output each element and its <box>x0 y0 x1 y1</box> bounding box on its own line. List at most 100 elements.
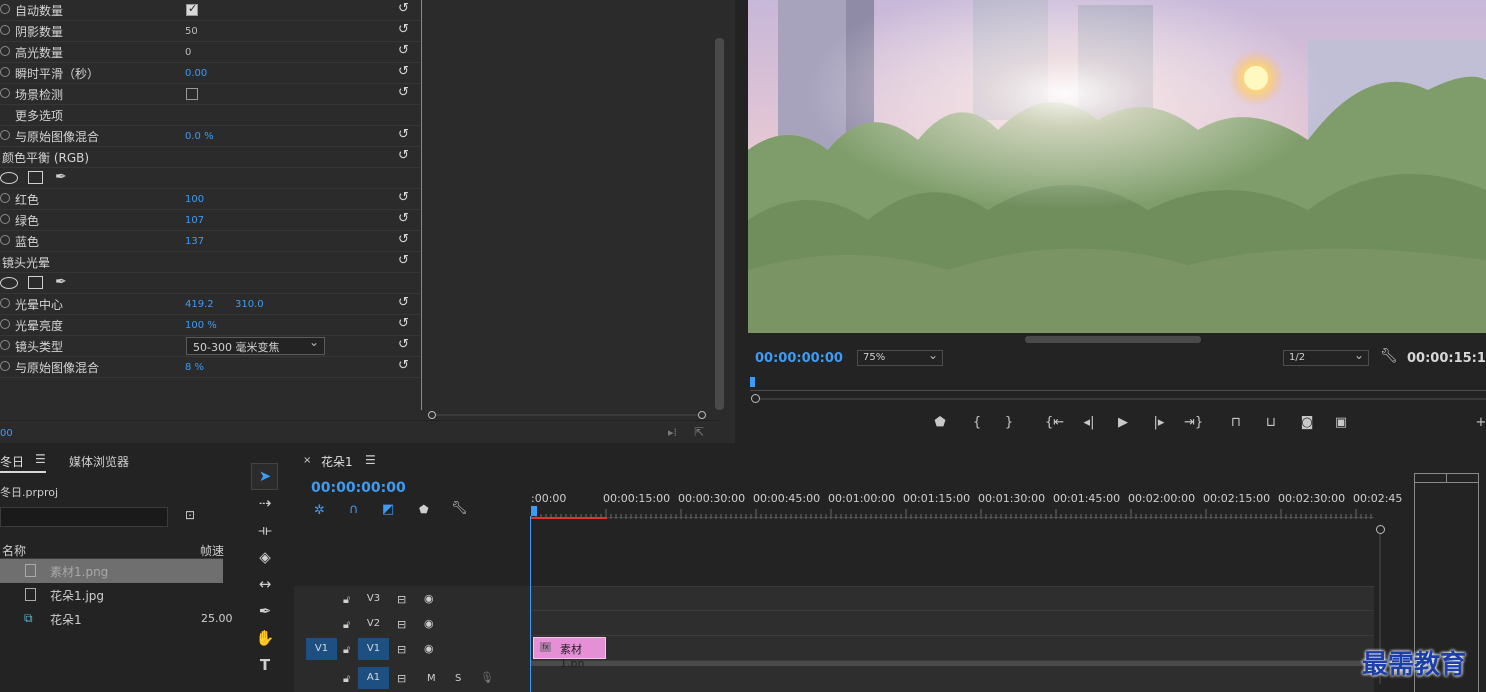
property-value[interactable]: 137 <box>185 236 204 247</box>
track-lane-v2[interactable] <box>531 611 1374 636</box>
step-back-icon[interactable]: ◂| <box>1080 414 1098 432</box>
tab-menu-icon[interactable]: ☰ <box>35 452 46 466</box>
lock-icon[interactable]: 🔓︎ <box>343 618 350 632</box>
effect-property-row[interactable]: 与原始图像混合 0.0 % ↺ <box>0 126 420 147</box>
reset-icon[interactable]: ↺ <box>398 23 412 37</box>
lens-type-dropdown[interactable]: 50-300 毫米变焦 <box>186 335 325 355</box>
reset-icon[interactable]: ↺ <box>398 65 412 79</box>
lock-icon[interactable]: 🔓︎ <box>343 593 350 607</box>
effect-property-row[interactable]: 高光数量 0 ↺ <box>0 42 420 63</box>
property-value[interactable]: 100 % <box>185 320 217 331</box>
property-value[interactable]: 0.00 <box>185 68 207 79</box>
tab-project[interactable]: 冬日 <box>0 453 24 470</box>
property-value[interactable]: 107 <box>185 215 204 226</box>
stopwatch-icon[interactable] <box>0 4 10 14</box>
pen-mask-icon[interactable]: ✒ <box>55 169 67 185</box>
add-marker-icon[interactable]: ◩ <box>382 502 394 517</box>
property-value[interactable]: 0.0 % <box>185 131 214 142</box>
property-value[interactable]: 8 % <box>185 362 204 373</box>
reset-icon[interactable]: ↺ <box>398 317 412 331</box>
stopwatch-icon[interactable] <box>0 235 10 245</box>
sync-lock-icon[interactable]: ⊟ <box>397 672 406 685</box>
step-forward-icon[interactable]: |▸ <box>1150 414 1168 432</box>
reset-icon[interactable]: ↺ <box>398 296 412 310</box>
play-icon[interactable]: ▶ <box>1114 414 1132 432</box>
ellipse-mask-icon[interactable] <box>0 277 18 289</box>
slip-tool-icon[interactable]: ↔ <box>253 573 277 595</box>
reset-icon[interactable]: ↺ <box>398 233 412 247</box>
property-checkbox[interactable] <box>186 2 198 16</box>
monitor-scrollbar[interactable] <box>1025 336 1201 343</box>
mask-tools-row[interactable]: ✒ <box>0 273 420 294</box>
hand-tool-icon[interactable]: ✋ <box>253 627 277 649</box>
reset-icon[interactable]: ↺ <box>398 338 412 352</box>
effect-property-row[interactable]: 与原始图像混合 8 % ↺ <box>0 357 420 378</box>
reset-icon[interactable]: ↺ <box>398 254 412 268</box>
go-to-out-icon[interactable]: ⇥} <box>1184 414 1203 432</box>
track-target-v1[interactable]: V1 <box>358 638 389 660</box>
reset-icon[interactable]: ↺ <box>398 212 412 226</box>
marker-icon[interactable]: ⬟ <box>931 414 949 432</box>
stopwatch-icon[interactable] <box>0 361 10 371</box>
effect-section-header[interactable]: 颜色平衡 (RGB) ↺ <box>0 147 420 168</box>
eye-icon[interactable]: ◉ <box>424 617 434 630</box>
add-button-icon[interactable]: + <box>1472 414 1486 432</box>
reset-icon[interactable]: ↺ <box>398 2 412 16</box>
project-item[interactable]: 花朵1.jpg <box>0 583 223 607</box>
resolution-select[interactable]: 1/2 <box>1283 348 1369 366</box>
mask-tools-row[interactable]: ✒ <box>0 168 420 189</box>
column-name[interactable]: 名称 <box>2 542 26 559</box>
stopwatch-icon[interactable] <box>0 319 10 329</box>
column-frame-rate[interactable]: 帧速 <box>200 542 224 559</box>
marker-icon[interactable]: ⬟ <box>419 503 429 516</box>
sync-lock-icon[interactable]: ⊟ <box>397 643 406 656</box>
wrench-icon[interactable]: 🔧︎ <box>1380 348 1398 364</box>
eye-icon[interactable]: ◉ <box>424 642 434 655</box>
zoom-select[interactable]: 75% <box>857 348 943 366</box>
pen-tool-icon[interactable]: ✒ <box>253 600 277 622</box>
track-lane-a1[interactable] <box>531 666 1374 692</box>
track-target-a1[interactable]: A1 <box>358 667 389 689</box>
track-lane-v1[interactable] <box>531 636 1374 661</box>
property-checkbox[interactable] <box>186 88 198 100</box>
stopwatch-icon[interactable] <box>0 298 10 308</box>
timeline-ruler[interactable] <box>530 508 1374 519</box>
go-to-in-icon[interactable]: {⇤ <box>1045 414 1064 432</box>
effect-property-row[interactable]: 场景检测 ↺ <box>0 84 420 105</box>
camera-icon[interactable]: ◙ <box>1298 414 1316 432</box>
ripple-edit-tool-icon[interactable]: ⟛ <box>253 519 277 541</box>
effect-property-row[interactable]: 蓝色 137 ↺ <box>0 231 420 252</box>
effect-property-row[interactable]: 光晕中心 419.2 310.0 ↺ <box>0 294 420 315</box>
property-value[interactable]: 50 <box>185 26 198 37</box>
rectangle-mask-icon[interactable] <box>28 171 43 184</box>
reset-icon[interactable]: ↺ <box>398 359 412 373</box>
effect-property-row[interactable]: 红色 100 ↺ <box>0 189 420 210</box>
lock-icon[interactable]: 🔓︎ <box>343 672 350 686</box>
linked-selection-icon[interactable]: ∩ <box>349 502 359 517</box>
effect-property-row[interactable]: 更多选项 <box>0 105 420 126</box>
effect-property-row[interactable]: 阴影数量 50 ↺ <box>0 21 420 42</box>
stopwatch-icon[interactable] <box>0 340 10 350</box>
snap-icon[interactable]: ✲ <box>314 503 325 518</box>
export-icon[interactable]: ⇱ <box>694 425 704 439</box>
sync-lock-icon[interactable]: ⊟ <box>397 618 406 631</box>
effect-property-row[interactable]: 瞬时平滑（秒） 0.00 ↺ <box>0 63 420 84</box>
track-lane-v3[interactable] <box>531 586 1374 611</box>
mute-button[interactable]: M <box>427 673 436 684</box>
property-value-y[interactable]: 310.0 <box>235 299 264 310</box>
monitor-ruler[interactable] <box>750 377 1486 405</box>
extract-icon[interactable]: ⊔ <box>1262 414 1280 432</box>
track-target-v2[interactable]: V2 <box>358 613 389 635</box>
reset-icon[interactable]: ↺ <box>398 86 412 100</box>
timeline-clip[interactable]: fx 素材1.pn <box>533 637 606 670</box>
mark-in-icon[interactable]: { <box>968 414 986 432</box>
effect-section-header[interactable]: 镜头光晕 ↺ <box>0 252 420 273</box>
timeline-settings-wrench-icon[interactable]: 🔧︎ <box>451 501 468 516</box>
compare-icon[interactable]: ▣ <box>1332 414 1350 432</box>
effect-property-row[interactable]: 镜头类型 50-300 毫米变焦 ↺ <box>0 335 420 357</box>
solo-button[interactable]: S <box>455 673 461 684</box>
new-bin-icon[interactable]: ⊡ <box>185 508 195 522</box>
stopwatch-icon[interactable] <box>0 88 10 98</box>
eye-icon[interactable]: ◉ <box>424 592 434 605</box>
track-select-tool-icon[interactable]: ⇢ <box>253 492 277 514</box>
